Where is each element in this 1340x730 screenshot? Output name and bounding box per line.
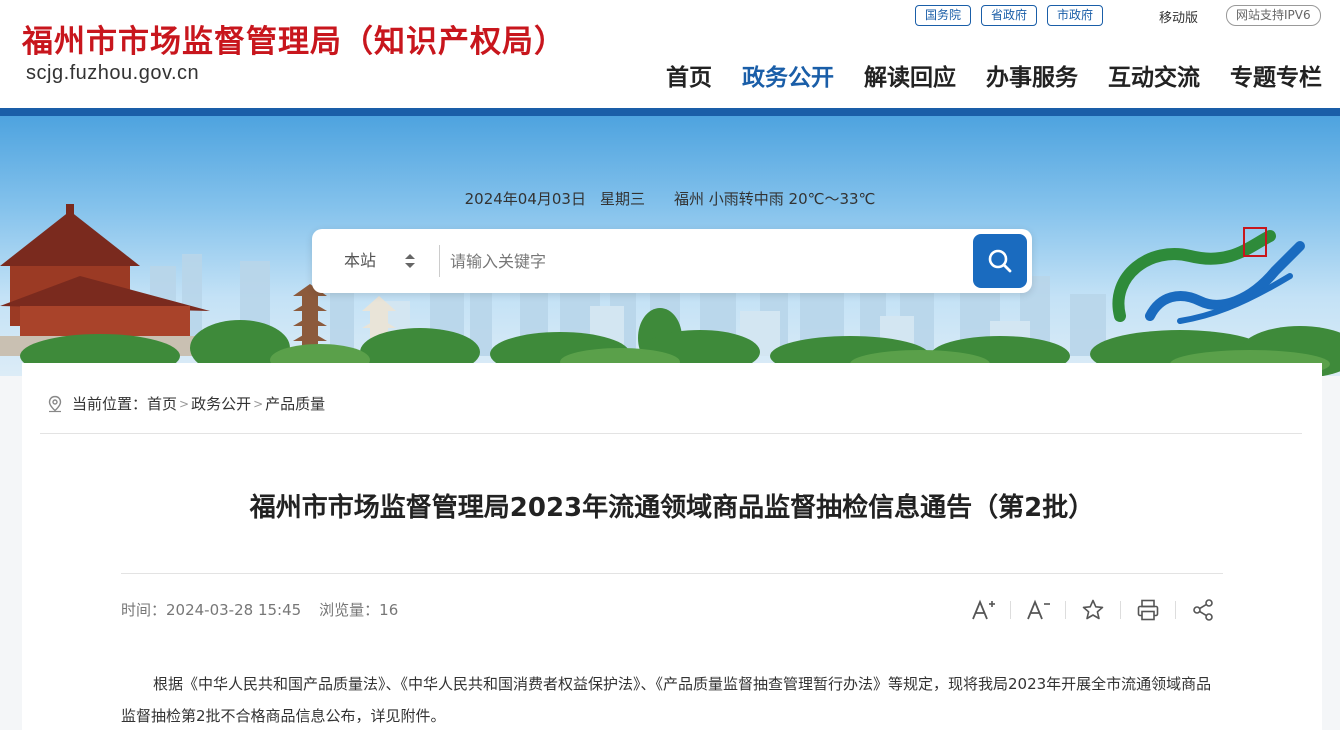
search-divider	[439, 245, 440, 277]
breadcrumb-product-quality[interactable]: 产品质量	[265, 393, 325, 414]
city-banner: 2024年04月03日 星期三 福州 小雨转中雨 20℃～33℃ 本站	[0, 116, 1340, 376]
header-accent-bar	[0, 108, 1340, 116]
top-link-city[interactable]: 市政府	[1047, 5, 1104, 26]
font-increase-button[interactable]	[968, 595, 998, 625]
toolbar-divider	[1065, 601, 1066, 619]
search-button[interactable]	[973, 234, 1027, 288]
font-decrease-icon	[1027, 599, 1050, 620]
nav-item-services[interactable]: 办事服务	[986, 58, 1078, 92]
top-link-province[interactable]: 省政府	[981, 5, 1038, 26]
breadcrumb-separator: >	[179, 396, 190, 411]
fuzhou-emblem	[1112, 227, 1305, 324]
title-divider	[121, 573, 1223, 574]
font-decrease-button[interactable]	[1023, 595, 1053, 625]
favorite-button[interactable]	[1078, 595, 1108, 625]
ipv6-badge: 网站支持IPV6	[1226, 5, 1321, 26]
breadcrumb-home[interactable]: 首页	[147, 393, 177, 414]
search-scope-select[interactable]: 本站	[344, 229, 434, 293]
breadcrumb-label: 当前位置：	[72, 395, 148, 413]
current-weekday: 星期三	[599, 190, 645, 208]
breadcrumb-separator: >	[253, 396, 264, 411]
article-meta: 时间：2024-03-28 15:45 浏览量：16	[121, 599, 398, 620]
nav-item-interpretation[interactable]: 解读回应	[864, 58, 956, 92]
nav-item-interaction[interactable]: 互动交流	[1108, 58, 1200, 92]
current-date: 2024年04月03日	[464, 190, 586, 208]
search-icon	[988, 249, 1012, 273]
date-weather-line: 2024年04月03日 星期三 福州 小雨转中雨 20℃～33℃	[0, 188, 1340, 209]
article-toolbar	[968, 595, 1218, 625]
top-link-state-council[interactable]: 国务院	[915, 5, 972, 26]
site-header: 福州市市场监督管理局（知识产权局） scjg.fuzhou.gov.cn 国务院…	[0, 0, 1340, 110]
share-button[interactable]	[1188, 595, 1218, 625]
share-icon	[1193, 599, 1213, 621]
toolbar-divider	[1120, 601, 1121, 619]
toolbar-divider	[1010, 601, 1011, 619]
nav-item-special-topics[interactable]: 专题专栏	[1230, 58, 1322, 92]
top-links: 国务院 省政府 市政府	[915, 5, 1104, 26]
font-increase-icon	[972, 599, 995, 620]
breadcrumb: 当前位置： 首页 > 政务公开 > 产品质量	[46, 393, 325, 414]
location-pin-icon	[48, 395, 62, 412]
site-url: scjg.fuzhou.gov.cn	[26, 62, 200, 84]
article-body: 根据《中华人民共和国产品质量法》、《中华人民共和国消费者权益保护法》、《产品质量…	[121, 675, 1212, 725]
print-button[interactable]	[1133, 595, 1163, 625]
mobile-version-link[interactable]: 移动版	[1159, 7, 1198, 26]
scope-sort-arrows-icon[interactable]	[404, 252, 416, 270]
favorite-star-icon	[1082, 599, 1104, 620]
print-icon	[1137, 599, 1159, 621]
weather-info: 福州 小雨转中雨 20℃～33℃	[673, 190, 876, 208]
nav-item-gov-affairs[interactable]: 政务公开	[742, 58, 834, 92]
article-title: 福州市市场监督管理局2023年流通领域商品监督抽检信息通告（第2批）	[249, 493, 1095, 523]
article-card: 当前位置： 首页 > 政务公开 > 产品质量 福州市市场监督管理局2023年流通…	[22, 363, 1322, 730]
main-nav: 首页 政务公开 解读回应 办事服务 互动交流 专题专栏	[666, 58, 1322, 92]
nav-item-home[interactable]: 首页	[666, 58, 712, 92]
search-input[interactable]	[450, 241, 960, 281]
breadcrumb-divider	[40, 433, 1302, 434]
breadcrumb-gov-affairs[interactable]: 政务公开	[191, 393, 251, 414]
site-title[interactable]: 福州市市场监督管理局（知识产权局）	[22, 16, 566, 61]
toolbar-divider	[1175, 601, 1176, 619]
search-box: 本站	[312, 229, 1032, 293]
publish-time: 时间：2024-03-28 15:45	[121, 601, 302, 619]
view-count: 浏览量：16	[319, 601, 399, 619]
